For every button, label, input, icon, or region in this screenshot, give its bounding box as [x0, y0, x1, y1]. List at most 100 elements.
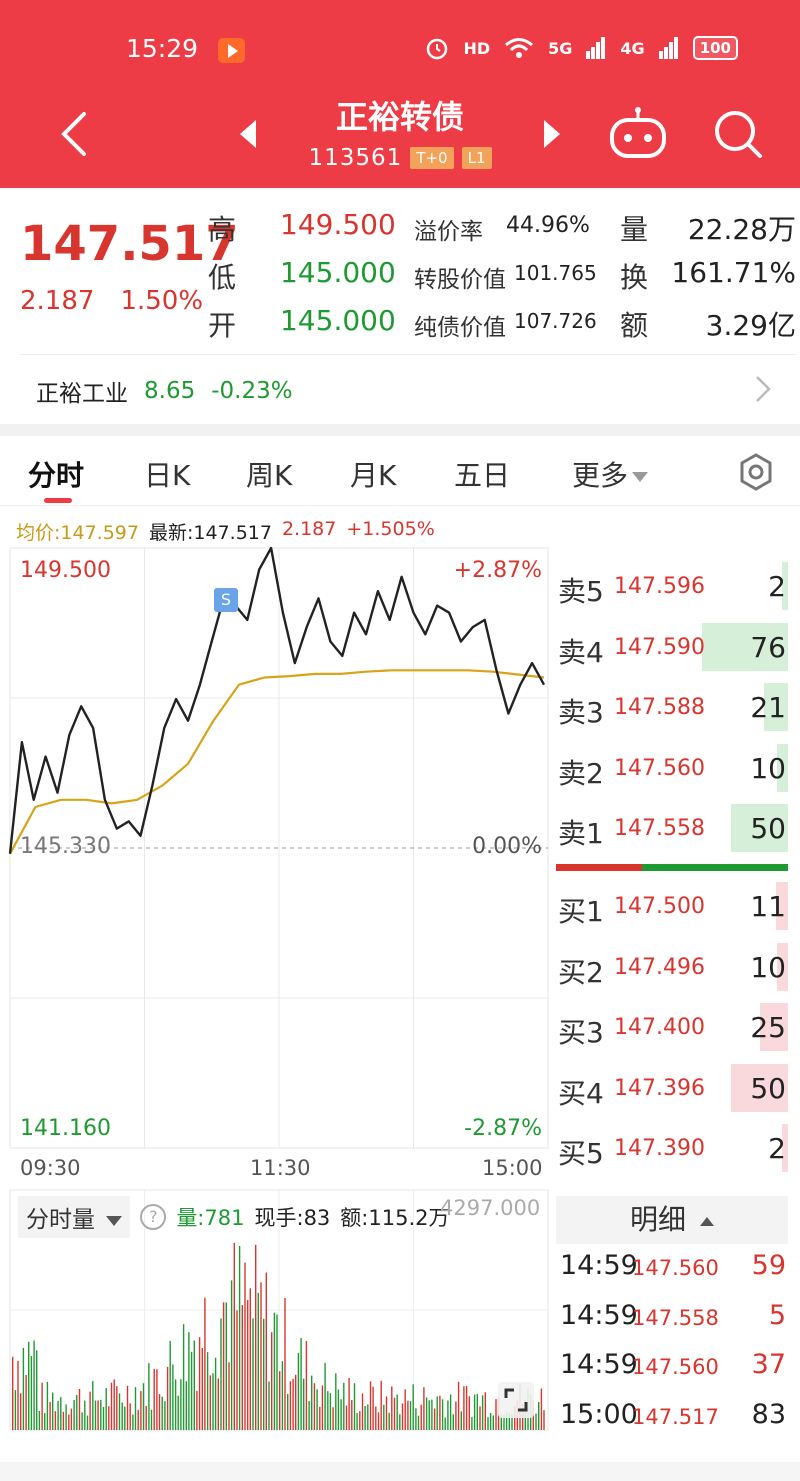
- underlying-stock-row[interactable]: 正裕工业 8.65 -0.23%: [36, 374, 293, 408]
- time-label-open: 09:30: [20, 1156, 81, 1180]
- chevron-right-icon[interactable]: [754, 374, 772, 404]
- bid-vol: 2: [768, 1132, 786, 1165]
- volume-bar: [377, 1412, 380, 1430]
- help-icon[interactable]: ?: [140, 1204, 167, 1230]
- volume-bar: [84, 1400, 86, 1430]
- detail-header[interactable]: 明细: [556, 1196, 788, 1244]
- ask-row[interactable]: 卖5 147.596 2: [556, 560, 790, 612]
- volume-hand-value: 83: [303, 1206, 331, 1230]
- bid-label: 买2: [558, 955, 604, 989]
- volume-bar: [353, 1383, 356, 1430]
- tab-monthly-k[interactable]: 月K: [350, 454, 396, 494]
- volume-type-select[interactable]: 分时量: [18, 1196, 131, 1238]
- tab-weekly-k[interactable]: 周K: [246, 454, 292, 494]
- volume-bar: [484, 1392, 486, 1430]
- tab-intraday[interactable]: 分时: [28, 454, 84, 494]
- next-triangle-icon[interactable]: [540, 118, 564, 150]
- volume-qty: 量:781: [176, 1202, 244, 1232]
- volume-bar: [399, 1414, 401, 1430]
- ask-row[interactable]: 卖3 147.588 21: [556, 681, 790, 733]
- volume-bar: [204, 1297, 206, 1430]
- expand-icon[interactable]: [498, 1382, 534, 1418]
- volume-bar: [118, 1393, 121, 1430]
- volume-bar: [284, 1298, 286, 1430]
- detail-vol: 37: [751, 1349, 786, 1380]
- volume-bar: [62, 1411, 65, 1430]
- bid-price: 147.496: [614, 954, 705, 980]
- bid-vol: 25: [750, 1011, 786, 1044]
- bid-row[interactable]: 买1 147.500 11: [556, 880, 790, 932]
- pct-label-bottom: -2.87%: [464, 1116, 542, 1141]
- bid-price: 147.400: [614, 1015, 705, 1040]
- volume-bar: [129, 1403, 131, 1430]
- high-value: 149.500: [280, 208, 396, 241]
- volume-bar: [364, 1406, 366, 1430]
- tab-five-day[interactable]: 五日: [454, 454, 510, 494]
- section-gap: [0, 424, 800, 436]
- volume-bar: [279, 1371, 281, 1430]
- volume-bar: [535, 1413, 537, 1430]
- volume-bar: [538, 1402, 540, 1430]
- ask-row[interactable]: 卖4 147.590 76: [556, 621, 790, 673]
- detail-row: 14:59 147.558 5: [560, 1296, 788, 1346]
- bid-price: 147.500: [614, 894, 705, 919]
- volume-bar: [97, 1400, 99, 1430]
- bid-row[interactable]: 买4 147.396 50: [556, 1062, 790, 1114]
- bid-row[interactable]: 买2 147.496 10: [556, 941, 790, 993]
- volume-bar: [455, 1401, 457, 1430]
- legend-chg: 2.187: [281, 518, 337, 540]
- volume-bar: [33, 1340, 35, 1430]
- volume-label: 量: [620, 213, 649, 246]
- ask-row[interactable]: 卖2 147.560 10: [556, 742, 790, 794]
- ask-row[interactable]: 卖1 147.558 50: [556, 802, 790, 854]
- bid-row[interactable]: 买5 147.390 2: [556, 1122, 790, 1174]
- signal-5g: 5G: [548, 38, 573, 58]
- volume-bar: [44, 1413, 46, 1430]
- volume-bar: [481, 1395, 484, 1430]
- volume-bar: [423, 1387, 425, 1430]
- volume-bar: [276, 1314, 278, 1430]
- volume-bar: [132, 1414, 134, 1430]
- volume-bar: [60, 1397, 62, 1430]
- ask-label: 卖2: [558, 756, 604, 790]
- search-icon[interactable]: [710, 106, 766, 162]
- legend-last-label: 最新:: [148, 522, 194, 544]
- volume-bar: [308, 1401, 310, 1430]
- volume-bar: [78, 1389, 81, 1430]
- detail-time: 14:59: [560, 1299, 638, 1331]
- bid-row[interactable]: 买3 147.400 25: [556, 1001, 790, 1053]
- volume-bar: [401, 1403, 404, 1430]
- volume-bar: [121, 1402, 123, 1430]
- prev-triangle-icon[interactable]: [236, 118, 260, 150]
- volume-bar: [113, 1379, 115, 1430]
- volume-bar: [134, 1387, 137, 1430]
- volume-bar: [489, 1413, 492, 1430]
- signal-4g: 4G: [620, 38, 645, 58]
- legend-avg: 均价:147.597: [16, 518, 139, 545]
- volume-bar: [313, 1383, 316, 1430]
- volume-bar: [148, 1363, 150, 1430]
- volume-bar: [295, 1374, 297, 1430]
- hd-indicator: HD: [463, 38, 491, 58]
- settings-gear-icon[interactable]: [736, 452, 776, 492]
- volume-bar: [76, 1394, 78, 1430]
- robot-icon[interactable]: [606, 106, 670, 162]
- volume-bar: [214, 1357, 217, 1430]
- quote-panel: 147.517 2.187 1.50% 高 149.500 低 145.000 …: [0, 188, 800, 424]
- legend-chg-pct: +1.505%: [346, 518, 435, 540]
- volume-bar: [247, 1300, 249, 1430]
- tab-more[interactable]: 更多: [572, 454, 649, 494]
- tab-daily-k[interactable]: 日K: [144, 454, 190, 494]
- trade-marker-s[interactable]: S: [214, 588, 238, 612]
- volume-bar: [404, 1389, 406, 1430]
- volume-bar: [273, 1312, 276, 1430]
- volume-bar: [190, 1351, 193, 1430]
- volume-bar: [252, 1318, 254, 1430]
- price-line: [8, 546, 546, 854]
- back-arrow-icon[interactable]: [54, 106, 94, 162]
- bond-subtitle: 113561 T+0 L1: [300, 145, 500, 171]
- volume-hand: 现手:83: [254, 1202, 330, 1232]
- volume-bar: [70, 1408, 73, 1430]
- turnover-value: 161.71%: [671, 256, 796, 289]
- volume-bar: [161, 1396, 163, 1430]
